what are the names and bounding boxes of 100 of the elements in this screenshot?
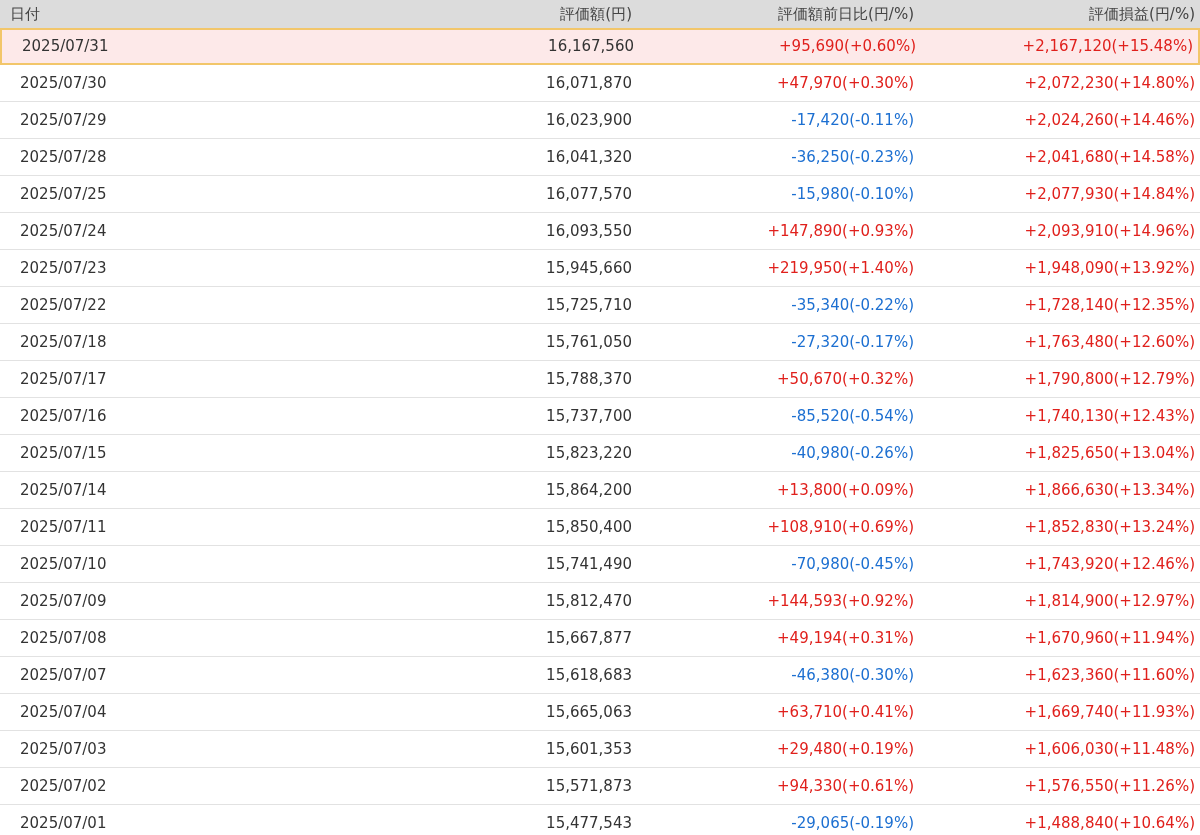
table-cell-text: +63,710(+0.41%) bbox=[776, 701, 914, 723]
table-cell-text: 15,737,700 bbox=[545, 405, 632, 427]
table-cell-text: +1,728,140(+12.35%) bbox=[1023, 294, 1195, 316]
table-row[interactable]: 2025/07/22 15,725,710 -35,340(-0.22%) +1,728,140(+12.35%) bbox=[0, 287, 1200, 324]
table-cell-text: 2025/07/22 bbox=[19, 294, 108, 316]
table-row[interactable]: 2025/07/15 15,823,220 -40,980(-0.26%) +1,825,650(+13.04%) bbox=[0, 435, 1200, 472]
table-cell-text: 15,571,873 bbox=[545, 775, 632, 797]
table-row[interactable]: 2025/07/16 15,737,700 -85,520(-0.54%) +1,740,130(+12.43%) bbox=[0, 398, 1200, 435]
table-row[interactable]: 2025/07/03 15,601,353 +29,480(+0.19%) +1,606,030(+11.48%) bbox=[0, 731, 1200, 768]
table-cell-text: 2025/07/07 bbox=[19, 664, 108, 686]
table-cell-text: 15,761,050 bbox=[545, 331, 632, 353]
table-cell-text: +1,790,800(+12.79%) bbox=[1023, 368, 1195, 390]
table-row[interactable]: 2025/07/04 15,665,063 +63,710(+0.41%) +1,669,740(+11.93%) bbox=[0, 694, 1200, 731]
table-cell-text: +13,800(+0.09%) bbox=[776, 479, 914, 501]
table-row[interactable]: 2025/07/02 15,571,873 +94,330(+0.61%) +1,576,550(+11.26%) bbox=[0, 768, 1200, 805]
table-cell-text: -36,250(-0.23%) bbox=[790, 146, 914, 168]
table-cell-text: +2,024,260(+14.46%) bbox=[1023, 109, 1195, 131]
table-cell-text: 2025/07/23 bbox=[19, 257, 108, 279]
table-cell-text: 16,023,900 bbox=[545, 109, 632, 131]
table-cell-text: +1,670,960(+11.94%) bbox=[1023, 627, 1195, 649]
table-row[interactable]: 2025/07/23 15,945,660 +219,950(+1.40%) +1,948,090(+13.92%) bbox=[0, 250, 1200, 287]
table-cell-text: +2,167,120(+15.48%) bbox=[1021, 36, 1193, 58]
column-header: 評価損益(円/%) bbox=[1088, 3, 1195, 25]
table-row[interactable]: 2025/07/10 15,741,490 -70,980(-0.45%) +1,743,920(+12.46%) bbox=[0, 546, 1200, 583]
table-cell-text: 15,741,490 bbox=[545, 553, 632, 575]
table-cell-text: 15,618,683 bbox=[545, 664, 632, 686]
table-cell-text: +147,890(+0.93%) bbox=[766, 220, 914, 242]
table-cell-text: -29,065(-0.19%) bbox=[790, 812, 914, 834]
table-cell-text: 15,864,200 bbox=[545, 479, 632, 501]
table-cell-text: -40,980(-0.26%) bbox=[790, 442, 914, 464]
table-cell-text: +1,763,480(+12.60%) bbox=[1023, 331, 1195, 353]
table-cell-text: 2025/07/17 bbox=[19, 368, 108, 390]
table-row[interactable]: 2025/07/17 15,788,370 +50,670(+0.32%) +1,790,800(+12.79%) bbox=[0, 361, 1200, 398]
table-cell-text: 2025/07/03 bbox=[19, 738, 108, 760]
table-cell-text: 2025/07/25 bbox=[19, 183, 108, 205]
table-cell-text: -27,320(-0.17%) bbox=[790, 331, 914, 353]
table-cell-text: -46,380(-0.30%) bbox=[790, 664, 914, 686]
table-cell-text: +2,077,930(+14.84%) bbox=[1023, 183, 1195, 205]
table-row[interactable]: 2025/07/30 16,071,870 +47,970(+0.30%) +2,072,230(+14.80%) bbox=[0, 65, 1200, 102]
table-cell-text: +1,669,740(+11.93%) bbox=[1023, 701, 1195, 723]
table-cell-text: +47,970(+0.30%) bbox=[776, 72, 914, 94]
table-row[interactable]: 2025/07/14 15,864,200 +13,800(+0.09%) +1,866,630(+13.34%) bbox=[0, 472, 1200, 509]
table-cell-text: +2,041,680(+14.58%) bbox=[1023, 146, 1195, 168]
table-row[interactable]: 2025/07/24 16,093,550 +147,890(+0.93%) +2,093,910(+14.96%) bbox=[0, 213, 1200, 250]
table-cell-text: +2,072,230(+14.80%) bbox=[1023, 72, 1195, 94]
table-cell-text: 2025/07/09 bbox=[19, 590, 108, 612]
table-cell-text: 15,477,543 bbox=[545, 812, 632, 834]
table-cell-text: +1,948,090(+13.92%) bbox=[1023, 257, 1195, 279]
table-cell-text: 15,788,370 bbox=[545, 368, 632, 390]
table-cell-text: -15,980(-0.10%) bbox=[790, 183, 914, 205]
table-row[interactable]: 2025/07/01 15,477,543 -29,065(-0.19%) +1,488,840(+10.64%) bbox=[0, 805, 1200, 835]
table-row[interactable]: 2025/07/09 15,812,470 +144,593(+0.92%) +1,814,900(+12.97%) bbox=[0, 583, 1200, 620]
table-cell-text: +1,825,650(+13.04%) bbox=[1023, 442, 1195, 464]
table-cell-text: 16,077,570 bbox=[545, 183, 632, 205]
table-row[interactable]: 2025/07/31 16,167,560 +95,690(+0.60%) +2,167,120(+15.48%) bbox=[0, 28, 1200, 65]
table-cell-text: +94,330(+0.61%) bbox=[776, 775, 914, 797]
table-row[interactable]: 2025/07/25 16,077,570 -15,980(-0.10%) +2,077,930(+14.84%) bbox=[0, 176, 1200, 213]
table-cell-text: 2025/07/18 bbox=[19, 331, 108, 353]
table-cell-text: +1,623,360(+11.60%) bbox=[1023, 664, 1195, 686]
table-row[interactable]: 2025/07/11 15,850,400 +108,910(+0.69%) +1,852,830(+13.24%) bbox=[0, 509, 1200, 546]
table-cell-text: 2025/07/10 bbox=[19, 553, 108, 575]
table-cell-text: +1,740,130(+12.43%) bbox=[1023, 405, 1195, 427]
table-cell-text: 15,850,400 bbox=[545, 516, 632, 538]
table-cell-text: -17,420(-0.11%) bbox=[790, 109, 914, 131]
table-cell-text: +1,606,030(+11.48%) bbox=[1023, 738, 1195, 760]
table-cell-text: 2025/07/31 bbox=[21, 36, 110, 58]
table-cell-text: +29,480(+0.19%) bbox=[776, 738, 914, 760]
table-cell-text: -85,520(-0.54%) bbox=[790, 405, 914, 427]
table-cell-text: 2025/07/08 bbox=[19, 627, 108, 649]
table-cell-text: 2025/07/24 bbox=[19, 220, 108, 242]
table-cell-text: 2025/07/01 bbox=[19, 812, 108, 834]
table-cell-text: +50,670(+0.32%) bbox=[776, 368, 914, 390]
table-cell-text: 15,823,220 bbox=[545, 442, 632, 464]
table-cell-text: +1,852,830(+13.24%) bbox=[1023, 516, 1195, 538]
table-cell-text: -70,980(-0.45%) bbox=[790, 553, 914, 575]
table-cell-text: 16,167,560 bbox=[547, 36, 634, 58]
table-cell-text: +144,593(+0.92%) bbox=[766, 590, 914, 612]
table-cell-text: 2025/07/02 bbox=[19, 775, 108, 797]
table-cell-text: +1,866,630(+13.34%) bbox=[1023, 479, 1195, 501]
table-row[interactable]: 2025/07/29 16,023,900 -17,420(-0.11%) +2,024,260(+14.46%) bbox=[0, 102, 1200, 139]
table-cell-text: +49,194(+0.31%) bbox=[776, 627, 914, 649]
column-header: 日付 bbox=[9, 3, 41, 25]
table-row[interactable]: 2025/07/28 16,041,320 -36,250(-0.23%) +2,041,680(+14.58%) bbox=[0, 139, 1200, 176]
table-row[interactable]: 2025/07/08 15,667,877 +49,194(+0.31%) +1,670,960(+11.94%) bbox=[0, 620, 1200, 657]
table-cell-text: +1,814,900(+12.97%) bbox=[1023, 590, 1195, 612]
table-cell-text: +95,690(+0.60%) bbox=[778, 36, 916, 58]
table-cell-text: 15,665,063 bbox=[545, 701, 632, 723]
table-cell-text: +1,576,550(+11.26%) bbox=[1023, 775, 1195, 797]
table-cell-text: 2025/07/16 bbox=[19, 405, 108, 427]
table-row[interactable]: 2025/07/18 15,761,050 -27,320(-0.17%) +1,763,480(+12.60%) bbox=[0, 324, 1200, 361]
table-row[interactable]: 2025/07/07 15,618,683 -46,380(-0.30%) +1,623,360(+11.60%) bbox=[0, 657, 1200, 694]
table-cell-text: -35,340(-0.22%) bbox=[790, 294, 914, 316]
table-cell-text: 2025/07/29 bbox=[19, 109, 108, 131]
table-cell-text: 2025/07/28 bbox=[19, 146, 108, 168]
table-cell-text: 2025/07/11 bbox=[19, 516, 108, 538]
table-cell-text: 2025/07/04 bbox=[19, 701, 108, 723]
table-cell-text: 16,071,870 bbox=[545, 72, 632, 94]
table-cell-text: 15,601,353 bbox=[545, 738, 632, 760]
table-cell-text: +1,743,920(+12.46%) bbox=[1023, 553, 1195, 575]
table-cell-text: 15,812,470 bbox=[545, 590, 632, 612]
